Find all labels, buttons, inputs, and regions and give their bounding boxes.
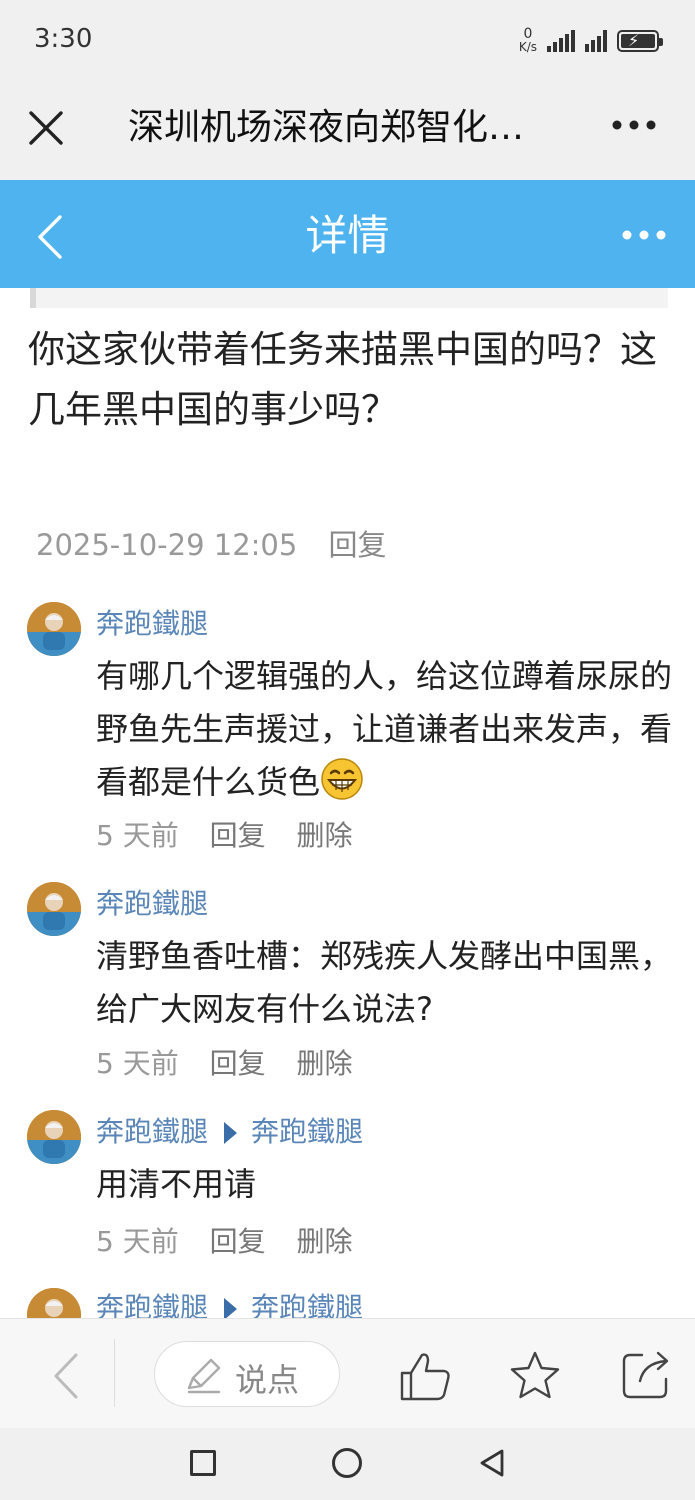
status-bar: 3:30 0 K/s ⚡	[0, 0, 695, 80]
grin-emoji-icon	[321, 758, 363, 800]
main-comment-timestamp: 2025-10-29 12:05	[36, 528, 298, 562]
reply-author: 奔跑鐵腿 奔跑鐵腿	[96, 1112, 363, 1152]
header-title: 详情	[305, 211, 390, 260]
reply-text: 有哪几个逻辑强的人，给这位蹲着尿尿的野鱼先生声援过，让道谦者出来发声，看看都是什…	[96, 650, 674, 809]
reply-meta: 5 天前 回复 删除	[96, 816, 375, 856]
reply-time: 5 天前	[96, 1225, 179, 1258]
avatar[interactable]	[27, 602, 81, 656]
reply-button[interactable]: 回复	[210, 1047, 266, 1080]
divider	[114, 1339, 115, 1407]
signal-icon	[547, 30, 575, 52]
network-speed-unit: K/s	[518, 40, 537, 54]
reply-text: 用清不用请	[96, 1165, 257, 1203]
reply-time: 5 天前	[96, 819, 179, 852]
reply-time: 5 天前	[96, 1047, 179, 1080]
status-time: 3:30	[34, 24, 93, 54]
avatar[interactable]	[27, 882, 81, 936]
reply-text: 清野鱼香吐槽：郑残疾人发酵出中国黑，给广大网友有什么说法?	[96, 937, 673, 1028]
more-icon[interactable]	[619, 220, 669, 250]
reply-button[interactable]: 回复	[210, 1225, 266, 1258]
reply-author-name[interactable]: 奔跑鐵腿	[96, 1115, 208, 1148]
detail-header: 详情	[0, 180, 695, 288]
quoted-content	[30, 288, 668, 308]
reply-author[interactable]: 奔跑鐵腿	[96, 884, 208, 924]
more-icon[interactable]	[609, 110, 659, 140]
reply-author-name[interactable]: 奔跑鐵腿	[96, 887, 208, 920]
home-icon[interactable]	[332, 1448, 362, 1478]
comment-input[interactable]: 说点	[154, 1341, 340, 1407]
avatar[interactable]	[27, 1110, 81, 1164]
share-icon[interactable]	[620, 1349, 672, 1401]
delete-button[interactable]: 删除	[297, 1047, 353, 1080]
reply-button[interactable]: 回复	[210, 819, 266, 852]
like-icon[interactable]	[398, 1349, 452, 1403]
comment-placeholder: 说点	[235, 1361, 300, 1399]
signal-icon-2	[585, 30, 607, 52]
reply-to-arrow-icon	[224, 1298, 238, 1320]
pen-icon	[187, 1358, 221, 1394]
delete-button[interactable]: 删除	[297, 1225, 353, 1258]
close-icon[interactable]	[24, 106, 68, 150]
battery-icon: ⚡	[617, 30, 663, 52]
page-title: 深圳机场深夜向郑智化…	[128, 107, 525, 148]
reply-to-arrow-icon	[224, 1122, 238, 1144]
top-nav: 深圳机场深夜向郑智化…	[0, 80, 695, 180]
reply-meta: 5 天前 回复 删除	[96, 1222, 375, 1262]
delete-button[interactable]: 删除	[297, 819, 353, 852]
system-back-icon[interactable]	[478, 1448, 506, 1478]
status-icons: 0 K/s ⚡	[518, 24, 663, 58]
star-icon[interactable]	[508, 1349, 562, 1403]
main-comment-meta: 2025-10-29 12:05 回复	[36, 522, 387, 564]
back-icon[interactable]	[48, 1351, 82, 1401]
reply-text-content: 有哪几个逻辑强的人，给这位蹲着尿尿的野鱼先生声援过，让道谦者出来发声，看看都是什…	[96, 657, 673, 801]
system-nav-bar	[0, 1428, 695, 1500]
network-speed: 0 K/s	[518, 27, 537, 54]
reply-button[interactable]: 回复	[329, 528, 387, 562]
recent-apps-icon[interactable]	[190, 1450, 216, 1476]
reply-meta: 5 天前 回复 删除	[96, 1044, 375, 1084]
reply-author-name[interactable]: 奔跑鐵腿	[96, 607, 208, 640]
bottom-action-bar: 说点	[0, 1318, 695, 1428]
reply-author[interactable]: 奔跑鐵腿	[96, 604, 208, 644]
main-comment-text: 你这家伙带着任务来描黑中国的吗？这几年黑中国的事少吗？	[28, 328, 657, 431]
reply-to-name[interactable]: 奔跑鐵腿	[251, 1115, 363, 1148]
